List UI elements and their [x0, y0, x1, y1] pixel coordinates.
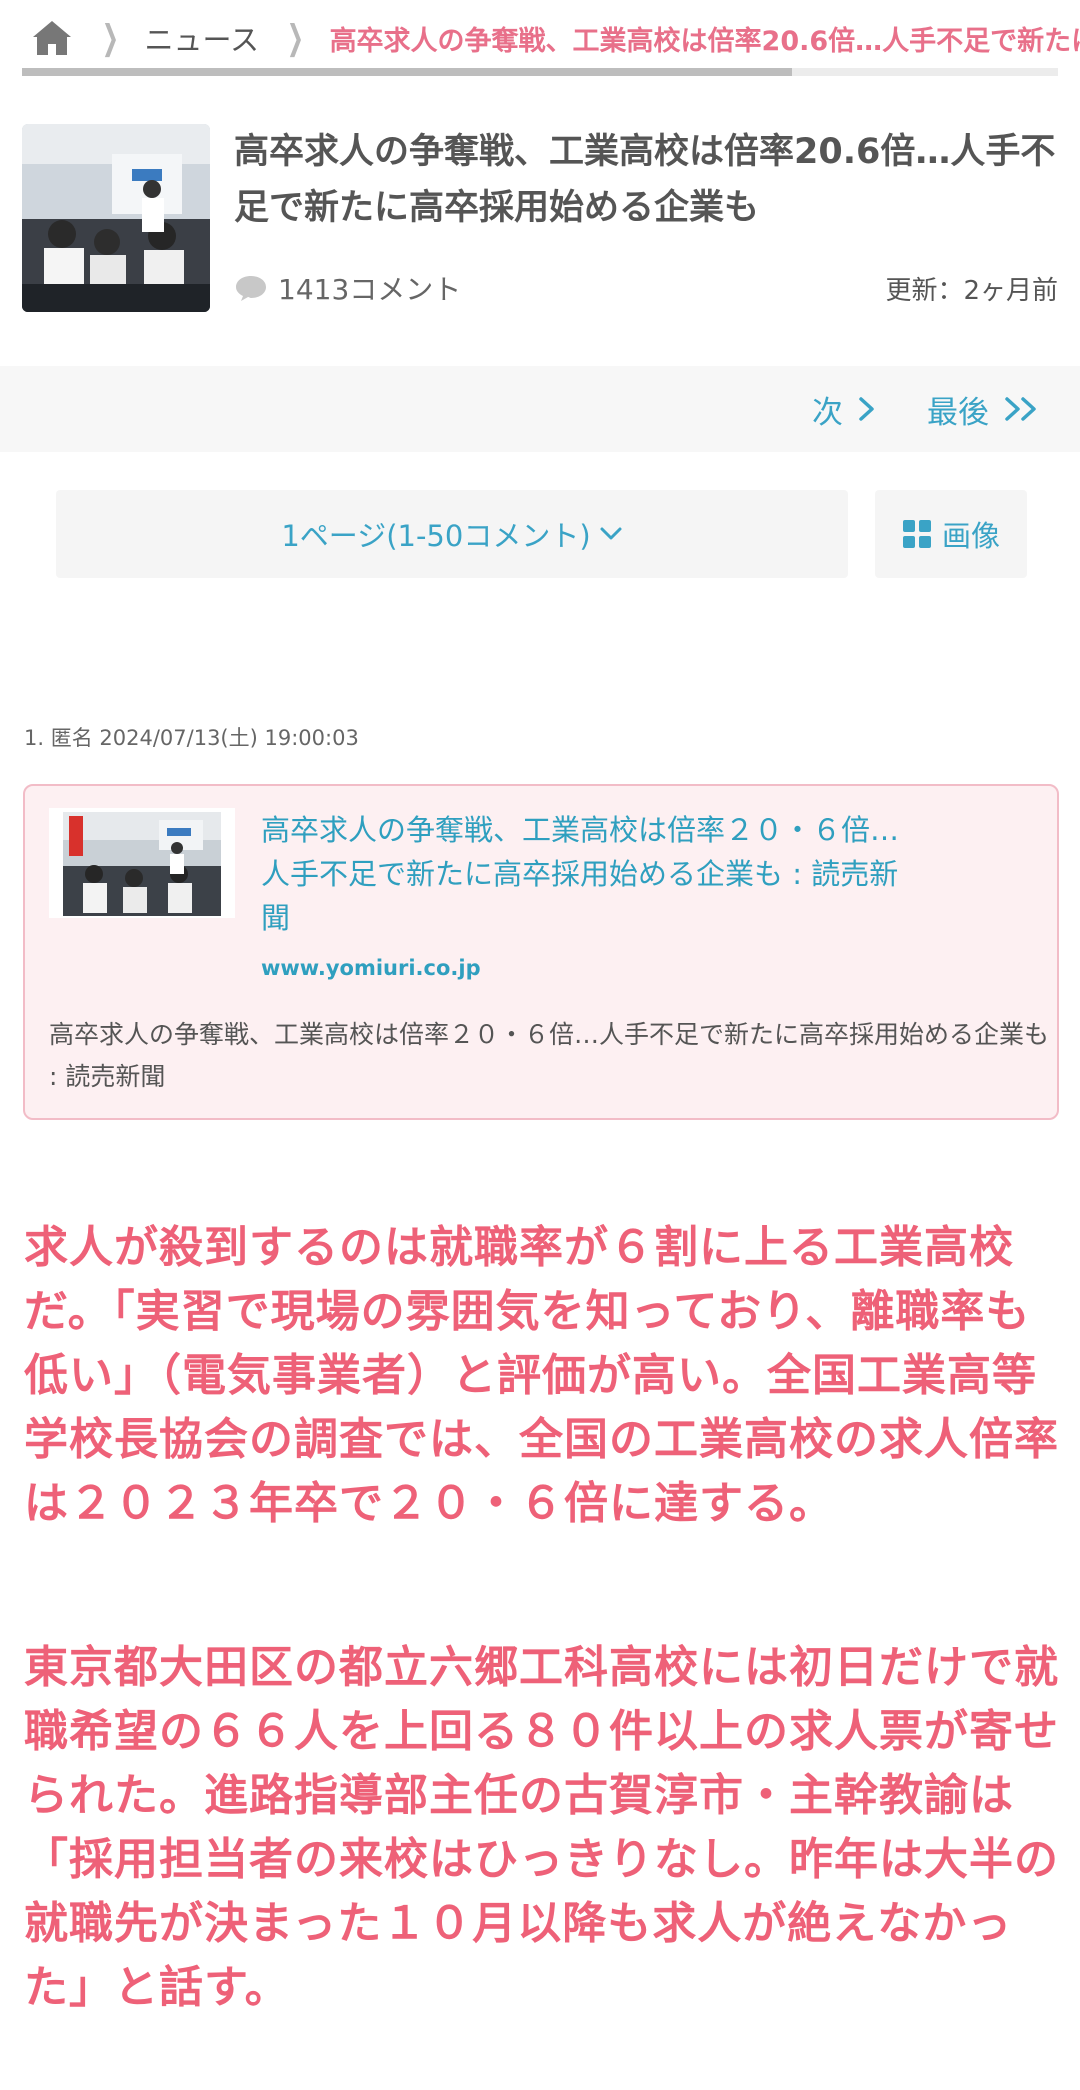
- chevron-right-icon: ❯: [286, 18, 304, 58]
- comment-count-label: 1413コメント: [278, 273, 462, 306]
- breadcrumb-scrollbar-thumb[interactable]: [22, 68, 792, 76]
- home-icon[interactable]: [30, 18, 74, 58]
- page-select-dropdown[interactable]: 1ページ(1-50コメント): [56, 490, 848, 578]
- updated-time: 更新：2ヶ月前: [885, 275, 1058, 306]
- article-thumbnail[interactable]: [22, 124, 210, 312]
- double-chevron-right-icon: [1005, 397, 1036, 421]
- grid-icon: [902, 520, 931, 548]
- page-select-label: 1ページ(1-50コメント): [281, 519, 591, 553]
- comment-quote-paragraph: 東京都大田区の都立六郷工科高校には初日だけで就職希望の６６人を上回る８０件以上の…: [24, 1642, 1059, 2013]
- pager-bar: 次 最後: [0, 366, 1080, 452]
- image-button-label: 画像: [941, 519, 1000, 553]
- article-header[interactable]: 高卒求人の争奪戦、工業高校は倍率20.6倍…人手不足で新たに高卒採用始める企業も…: [22, 124, 1058, 314]
- breadcrumb-scrollbar[interactable]: [22, 68, 1058, 76]
- last-page-link[interactable]: 最後: [927, 366, 1041, 452]
- comment-count[interactable]: 1413コメント: [234, 268, 461, 308]
- article-title[interactable]: 高卒求人の争奪戦、工業高校は倍率20.6倍…人手不足で新たに高卒採用始める企業も: [234, 124, 1058, 236]
- link-preview-domain: www.yomiuri.co.jp: [261, 956, 481, 980]
- chevron-right-icon: ❯: [101, 18, 119, 58]
- link-preview-title[interactable]: 高卒求人の争奪戦、工業高校は倍率２０・６倍…人手不足で新たに高卒採用始める企業も…: [261, 808, 901, 940]
- link-preview-description: 高卒求人の争奪戦、工業高校は倍率２０・６倍…人手不足で新たに高卒採用始める企業も…: [49, 1020, 1050, 1091]
- article-meta: 1413コメント 更新：2ヶ月前: [234, 268, 1058, 308]
- breadcrumb-current: 高卒求人の争奪戦、工業高校は倍率20.6倍…人手不足で新たに: [329, 25, 1080, 57]
- next-page-label: 次: [812, 394, 843, 431]
- breadcrumb-news-link[interactable]: ニュース: [145, 17, 260, 59]
- link-preview-thumbnail[interactable]: [49, 808, 235, 918]
- chevron-right-icon: [859, 397, 874, 421]
- image-button[interactable]: 画像: [875, 490, 1027, 578]
- next-page-link[interactable]: 次: [812, 366, 877, 452]
- comment-quote-paragraph: 求人が殺到するのは就職率が６割に上る工業高校だ。「実習で現場の雰囲気を知っており…: [24, 1222, 1059, 1529]
- comment-bubble-icon: [236, 276, 266, 301]
- breadcrumb: ❯ ニュース ❯ 高卒求人の争奪戦、工業高校は倍率20.6倍…人手不足で新たに: [0, 0, 1080, 76]
- last-page-label: 最後: [927, 394, 989, 431]
- link-preview-card[interactable]: 高卒求人の争奪戦、工業高校は倍率２０・６倍…人手不足で新たに高卒採用始める企業も…: [23, 784, 1059, 1120]
- chevron-down-icon: [600, 527, 622, 540]
- comment-header: 1. 匿名 2024/07/13(土) 19:00:03: [24, 726, 359, 750]
